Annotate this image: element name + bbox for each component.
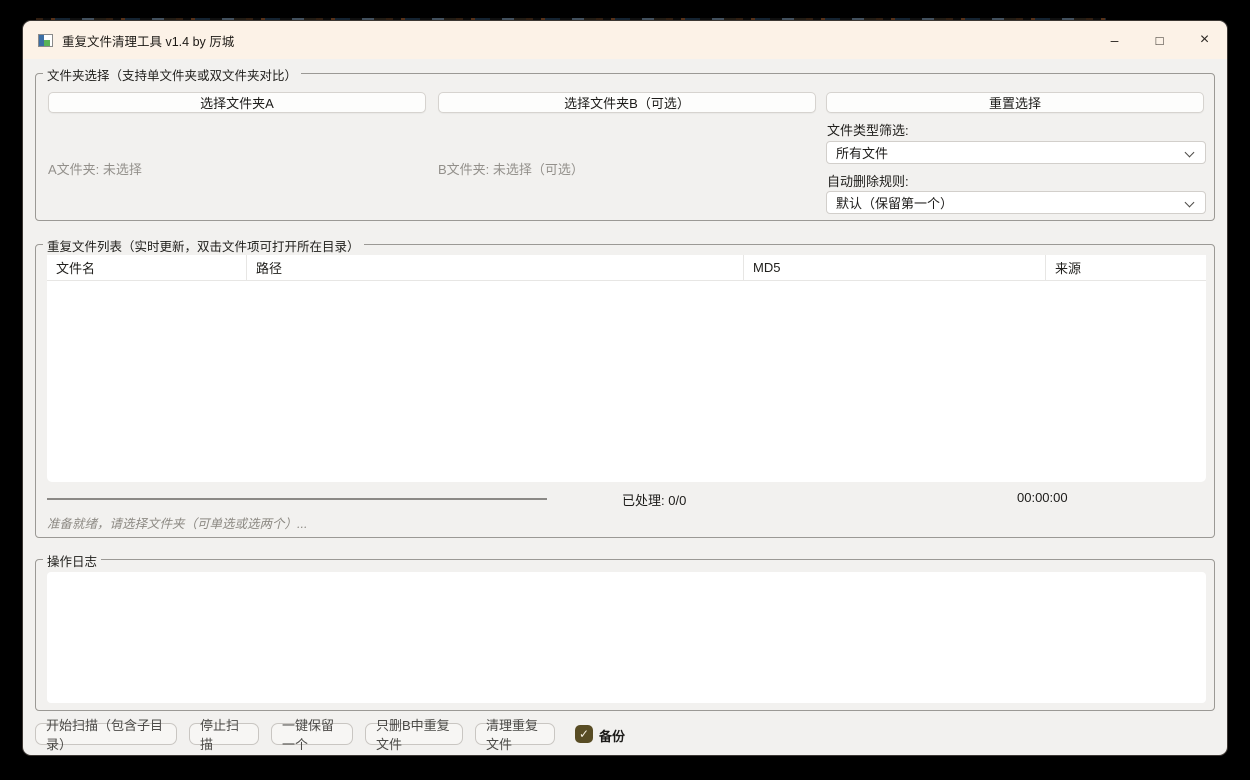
titlebar: 重复文件清理工具 v1.4 by 厉城 – □ × xyxy=(23,21,1227,59)
column-header-filename[interactable]: 文件名 xyxy=(47,255,247,280)
minimize-button[interactable]: – xyxy=(1092,21,1137,59)
clean-duplicates-button[interactable]: 清理重复文件 xyxy=(475,723,555,745)
chevron-down-icon xyxy=(1185,149,1193,157)
operation-log-groupbox: 操作日志 xyxy=(35,559,1215,711)
app-icon xyxy=(38,34,53,47)
status-message: 准备就绪，请选择文件夹（可单选或选两个）... xyxy=(47,513,307,532)
action-bar: 开始扫描（包含子目录） 停止扫描 一键保留一个 只删B中重复文件 清理重复文件 … xyxy=(35,723,1215,745)
chevron-down-icon xyxy=(1185,199,1193,207)
file-type-filter-value: 所有文件 xyxy=(836,143,888,162)
app-window: 重复文件清理工具 v1.4 by 厉城 – □ × 文件夹选择（支持单文件夹或双… xyxy=(22,20,1228,756)
file-type-filter-label: 文件类型筛选: xyxy=(827,120,909,139)
elapsed-timer: 00:00:00 xyxy=(1017,490,1068,505)
delete-b-duplicates-button[interactable]: 只删B中重复文件 xyxy=(365,723,463,745)
log-textarea[interactable] xyxy=(47,572,1206,703)
stop-scan-button[interactable]: 停止扫描 xyxy=(189,723,259,745)
duplicate-list-groupbox: 重复文件列表（实时更新，双击文件项可打开所在目录） 文件名 路径 MD5 来源 … xyxy=(35,244,1215,538)
checkmark-icon: ✓ xyxy=(579,727,589,741)
folder-a-status: A文件夹: 未选择 xyxy=(48,159,142,178)
folder-selection-groupbox: 文件夹选择（支持单文件夹或双文件夹对比） 选择文件夹A 选择文件夹B（可选） 重… xyxy=(35,73,1215,221)
select-folder-a-button[interactable]: 选择文件夹A xyxy=(48,92,426,113)
folder-b-status: B文件夹: 未选择（可选） xyxy=(438,159,584,178)
window-title: 重复文件清理工具 v1.4 by 厉城 xyxy=(62,31,234,50)
column-header-source[interactable]: 来源 xyxy=(1046,255,1206,280)
auto-delete-rule-select[interactable]: 默认（保留第一个） xyxy=(826,191,1206,214)
select-folder-b-button[interactable]: 选择文件夹B（可选） xyxy=(438,92,816,113)
start-scan-button[interactable]: 开始扫描（包含子目录） xyxy=(35,723,177,745)
window-controls: – □ × xyxy=(1092,21,1227,59)
backup-checkbox-label: 备份 xyxy=(599,726,625,745)
auto-delete-rule-value: 默认（保留第一个） xyxy=(836,193,953,212)
reset-selection-button[interactable]: 重置选择 xyxy=(826,92,1204,113)
column-header-md5[interactable]: MD5 xyxy=(744,255,1046,280)
processed-count: 已处理: 0/0 xyxy=(622,490,686,509)
close-button[interactable]: × xyxy=(1182,21,1227,59)
operation-log-title: 操作日志 xyxy=(43,551,101,570)
file-table: 文件名 路径 MD5 来源 xyxy=(47,255,1206,482)
progress-bar xyxy=(47,498,547,500)
auto-delete-rule-label: 自动删除规则: xyxy=(827,171,909,190)
duplicate-list-title: 重复文件列表（实时更新，双击文件项可打开所在目录） xyxy=(43,236,364,255)
keep-one-button[interactable]: 一键保留一个 xyxy=(271,723,353,745)
backup-checkbox[interactable]: ✓ xyxy=(575,725,593,743)
folder-selection-title: 文件夹选择（支持单文件夹或双文件夹对比） xyxy=(43,65,301,84)
file-table-header: 文件名 路径 MD5 来源 xyxy=(47,255,1206,281)
column-header-path[interactable]: 路径 xyxy=(247,255,744,280)
file-type-filter-select[interactable]: 所有文件 xyxy=(826,141,1206,164)
maximize-button[interactable]: □ xyxy=(1137,21,1182,59)
